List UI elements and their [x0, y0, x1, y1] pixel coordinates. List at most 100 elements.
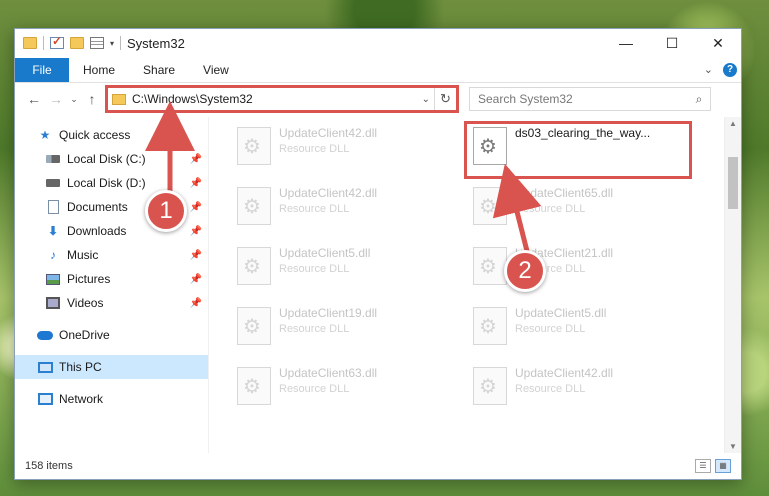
scroll-up-icon[interactable]: ▲: [725, 119, 741, 128]
ribbon-right: ⌄ ?: [704, 62, 741, 77]
dll-file-icon: [237, 247, 271, 285]
pin-icon[interactable]: 📌: [190, 250, 202, 261]
content-area: ★ Quick access Local Disk (C:) 📌 Local D…: [15, 117, 741, 453]
dll-file-icon: [473, 187, 507, 225]
up-button[interactable]: ↑: [81, 91, 103, 107]
maximize-button[interactable]: ☐: [649, 29, 695, 57]
pictures-icon: [45, 272, 61, 286]
file-item[interactable]: UpdateClient63.dll Resource DLL: [229, 363, 465, 419]
file-item[interactable]: UpdateClient42.dll Resource DLL: [229, 123, 465, 179]
dll-file-icon: [473, 367, 507, 405]
toolbar-divider: [120, 36, 122, 50]
folder-icon: [112, 93, 126, 105]
dll-file-icon: [473, 247, 507, 285]
network-icon: [37, 392, 53, 406]
pin-icon[interactable]: 📌: [190, 154, 202, 165]
sidebar-item-label: Documents: [67, 200, 128, 214]
dll-file-icon: [473, 127, 507, 165]
sidebar-item-label: Network: [59, 392, 104, 406]
ribbon-tabs: File Home Share View ⌄ ?: [15, 57, 741, 83]
search-box[interactable]: Search System32 ⌕: [469, 87, 711, 111]
sidebar-item-label: Pictures: [67, 272, 111, 286]
file-item[interactable]: UpdateClient65.dll Resource DLL: [465, 183, 701, 239]
file-name: UpdateClient65.dll: [515, 186, 614, 200]
sidebar-item-label: Local Disk (C:): [67, 152, 146, 166]
sidebar-item-label: Local Disk (D:): [67, 176, 146, 190]
scroll-down-icon[interactable]: ▼: [725, 442, 741, 451]
sidebar-item-label: OneDrive: [59, 328, 110, 342]
tab-share[interactable]: Share: [129, 58, 189, 82]
sidebar-item-this-pc[interactable]: This PC: [15, 355, 208, 379]
document-icon: [45, 200, 61, 214]
search-input[interactable]: Search System32: [478, 92, 688, 106]
refresh-button[interactable]: ↻: [434, 88, 456, 110]
dll-file-icon: [237, 307, 271, 345]
file-name: UpdateClient5.dll: [515, 306, 607, 320]
file-item[interactable]: UpdateClient21.dllResource DLL: [465, 243, 701, 299]
sidebar-item-label: Quick access: [59, 128, 131, 142]
file-name: UpdateClient42.dll: [515, 366, 614, 380]
properties-icon[interactable]: [90, 37, 104, 49]
file-type: Resource DLL: [515, 203, 586, 215]
sidebar-item-music[interactable]: ♪ Music 📌: [15, 243, 208, 267]
sidebar-item-onedrive[interactable]: OneDrive: [15, 323, 208, 347]
details-view-icon[interactable]: ☰: [695, 459, 711, 473]
file-item[interactable]: UpdateClient19.dll Resource DLL: [229, 303, 465, 359]
file-name: ds03_clearing_the_way...: [515, 126, 651, 140]
minimize-button[interactable]: —: [603, 29, 649, 57]
file-item[interactable]: UpdateClient5.dll Resource DLL: [465, 303, 701, 359]
item-count: 158 items: [25, 460, 73, 472]
sidebar-item-videos[interactable]: Videos 📌: [15, 291, 208, 315]
help-icon[interactable]: ?: [723, 62, 737, 77]
sidebar-item-local-disk-c[interactable]: Local Disk (C:) 📌: [15, 147, 208, 171]
sidebar-item-local-disk-d[interactable]: Local Disk (D:) 📌: [15, 171, 208, 195]
close-button[interactable]: ✕: [695, 29, 741, 57]
disk-icon: [45, 152, 61, 166]
tiles-view-icon[interactable]: ▦: [715, 459, 731, 473]
dll-file-icon: [237, 367, 271, 405]
recent-locations-button[interactable]: ⌄: [67, 94, 81, 105]
sidebar-item-network[interactable]: Network: [15, 387, 208, 411]
window-title: System32: [127, 35, 185, 51]
file-type: Resource DLL: [279, 263, 350, 275]
file-explorer-window: ▾ System32 — ☐ ✕ File Home Share View ⌄ …: [14, 28, 742, 480]
window-controls: — ☐ ✕: [603, 29, 741, 57]
address-path[interactable]: C:\Windows\System32: [132, 92, 253, 106]
pin-icon[interactable]: 📌: [190, 178, 202, 189]
file-name: UpdateClient19.dll: [279, 306, 378, 320]
sidebar-item-quick-access[interactable]: ★ Quick access: [15, 123, 208, 147]
file-type: Resource DLL: [279, 323, 350, 335]
sidebar-item-pictures[interactable]: Pictures 📌: [15, 267, 208, 291]
pin-icon[interactable]: 📌: [190, 274, 202, 285]
file-item-target[interactable]: ds03_clearing_the_way...: [465, 123, 701, 179]
file-name: UpdateClient5.dll: [279, 246, 371, 260]
file-item[interactable]: UpdateClient5.dll Resource DLL: [229, 243, 465, 299]
new-folder-icon[interactable]: [70, 37, 84, 49]
file-item[interactable]: UpdateClient42.dll Resource DLL: [465, 363, 701, 419]
address-bar[interactable]: C:\Windows\System32 ⌄ ↻: [105, 85, 459, 113]
status-bar: 158 items ☰ ▦: [15, 453, 741, 479]
address-dropdown-icon[interactable]: ⌄: [422, 94, 430, 105]
qat-dropdown-icon[interactable]: ▾: [110, 39, 114, 48]
forward-button[interactable]: →: [45, 91, 67, 107]
tab-file[interactable]: File: [15, 57, 69, 82]
file-item[interactable]: UpdateClient42.dll Resource DLL: [229, 183, 465, 239]
back-button[interactable]: ←: [23, 91, 45, 107]
pin-icon[interactable]: 📌: [190, 298, 202, 309]
tab-home[interactable]: Home: [69, 58, 129, 82]
file-type: Resource DLL: [279, 143, 350, 155]
navigation-bar: ← → ⌄ ↑ C:\Windows\System32 ⌄ ↻ Search S…: [15, 83, 741, 115]
sidebar-item-label: Music: [67, 248, 99, 262]
search-icon[interactable]: ⌕: [688, 92, 710, 107]
properties-check-icon[interactable]: [50, 34, 64, 49]
expand-ribbon-icon[interactable]: ⌄: [704, 63, 713, 76]
pin-icon[interactable]: 📌: [190, 202, 202, 213]
navigation-pane: ★ Quick access Local Disk (C:) 📌 Local D…: [15, 117, 209, 453]
tab-view[interactable]: View: [189, 58, 243, 82]
scroll-thumb[interactable]: [728, 157, 738, 209]
music-icon: ♪: [50, 248, 56, 262]
toolbar-divider: [43, 36, 44, 50]
pin-icon[interactable]: 📌: [190, 226, 202, 237]
step-2-callout: 2: [504, 250, 546, 292]
vertical-scrollbar[interactable]: ▲ ▼: [724, 117, 741, 453]
